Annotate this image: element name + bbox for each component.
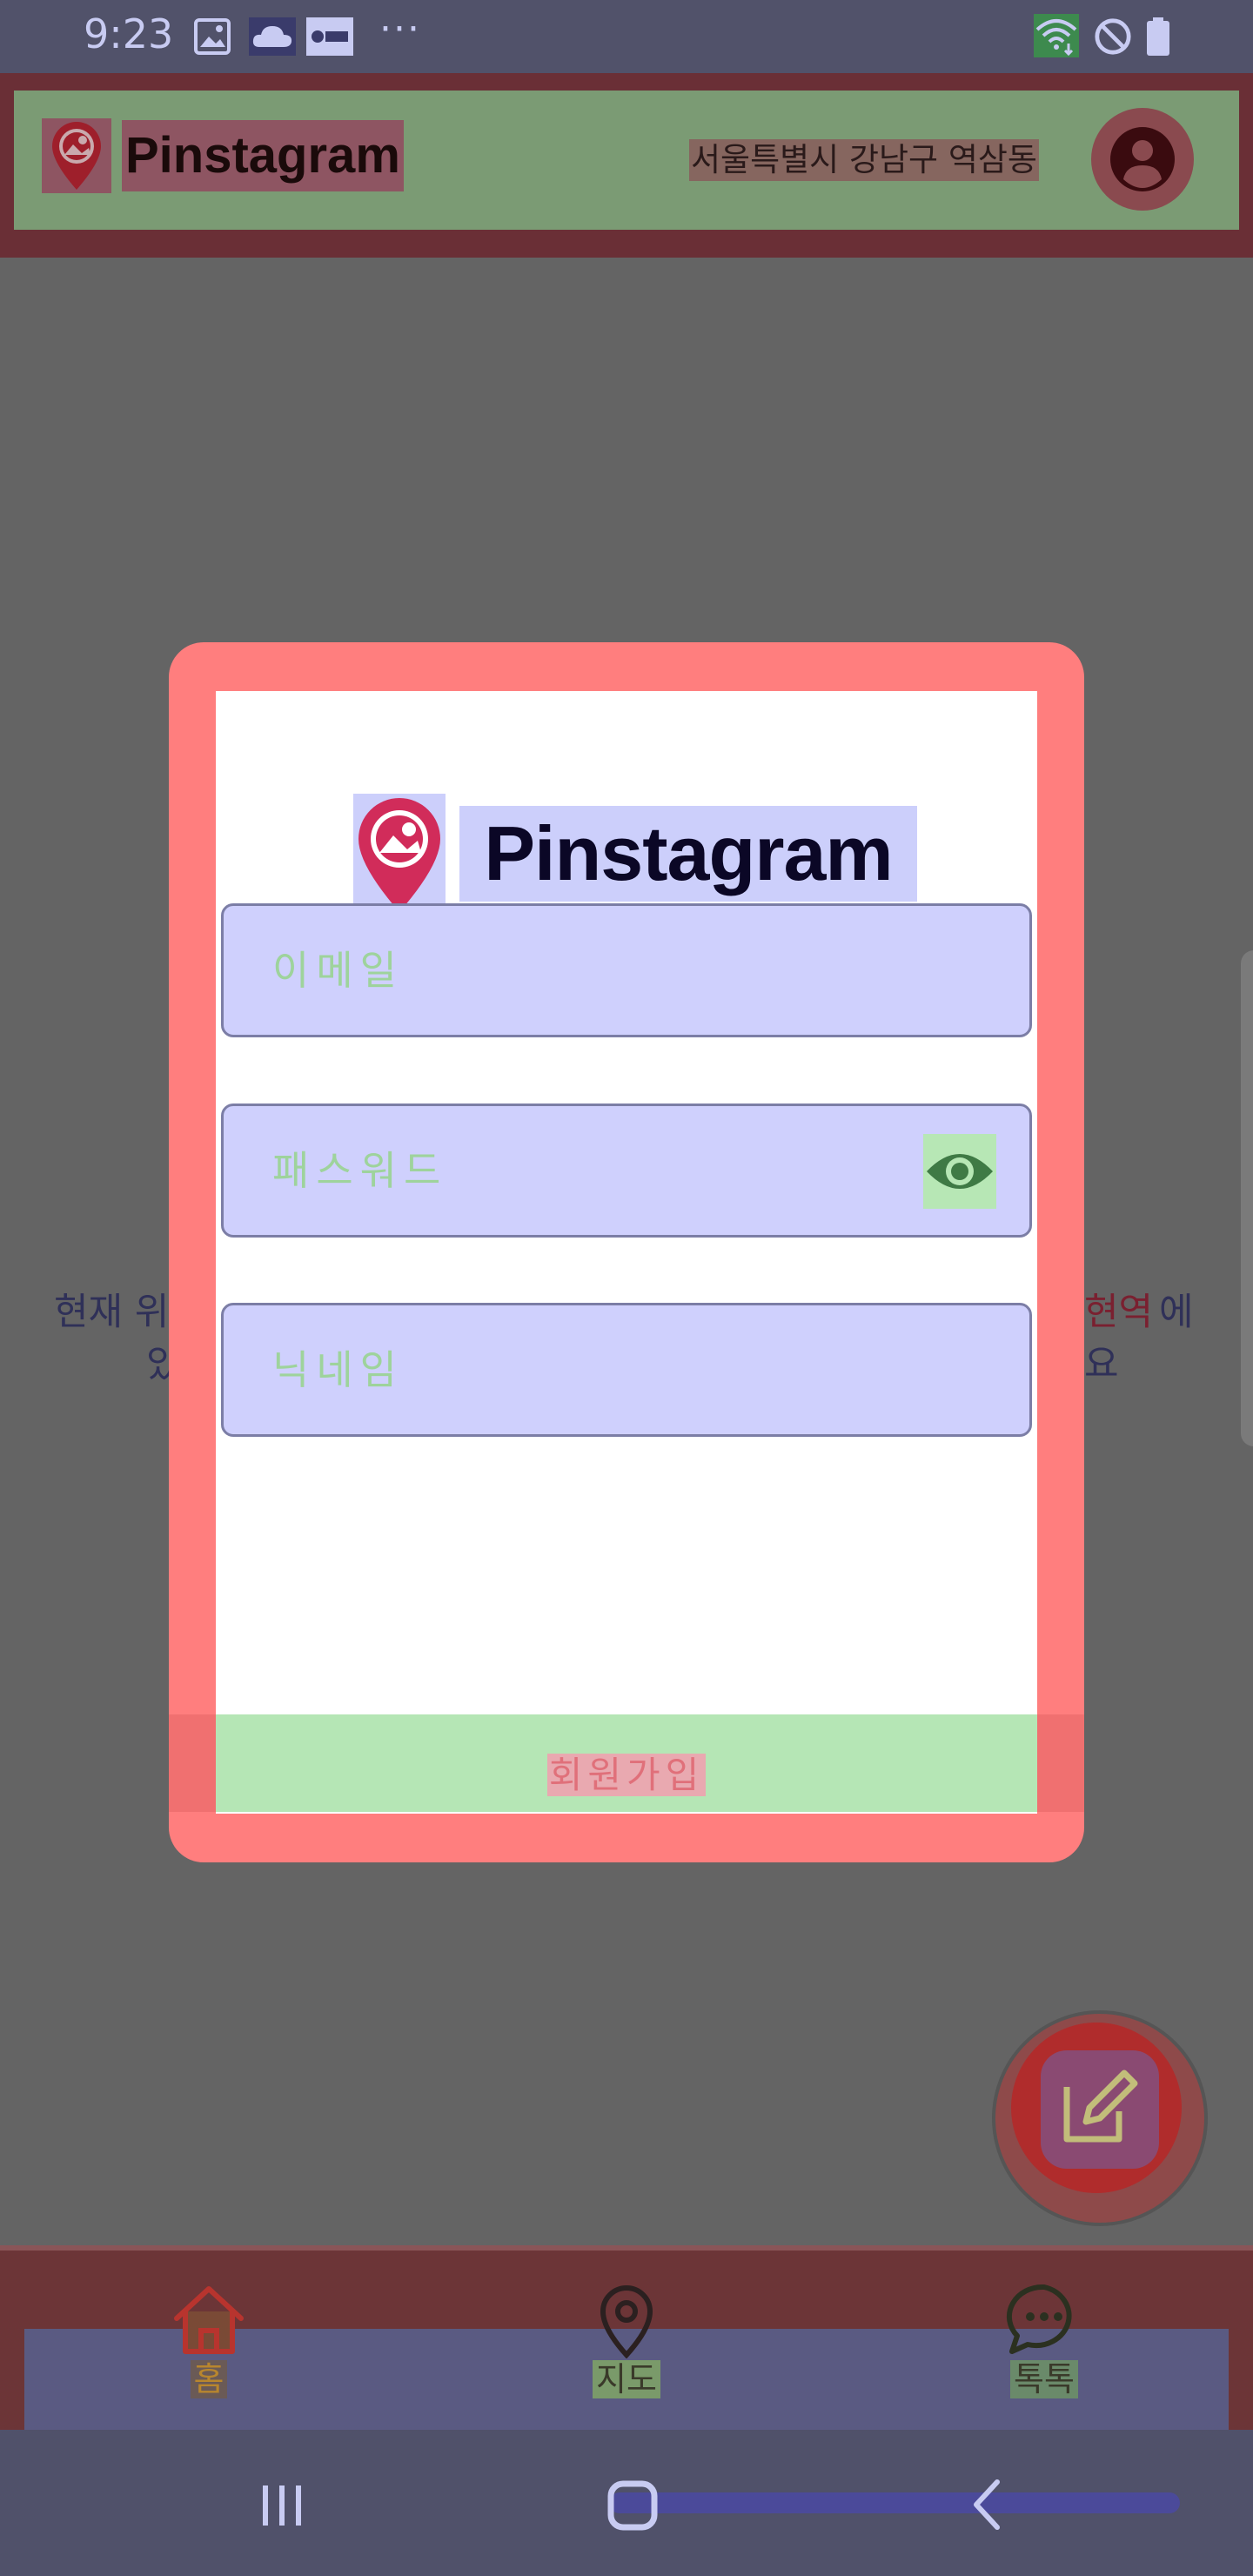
signup-form: Pinstagram — [216, 691, 1037, 1814]
nickname-field[interactable] — [224, 1305, 1029, 1434]
edge-panel-handle[interactable] — [1241, 950, 1253, 1446]
nav-item-chat[interactable]: 톡톡 — [966, 2280, 1122, 2411]
nav-label-chat: 톡톡 — [1010, 2360, 1078, 2398]
edit-icon — [1063, 2070, 1138, 2143]
gesture-hint-bar — [609, 2492, 1180, 2513]
cloud-icon — [249, 17, 296, 56]
logo-pin-icon — [42, 118, 111, 193]
nav-label-home: 홈 — [190, 2360, 228, 2398]
eye-icon — [927, 1154, 993, 1189]
signup-logo-text: Pinstagram — [459, 806, 917, 902]
map-pin-icon — [600, 2285, 653, 2358]
wifi-icon — [1034, 14, 1079, 57]
battery-icon — [1147, 17, 1169, 56]
background-notice-fragment: 에 — [1159, 1291, 1194, 1334]
background-notice-fragment: 현재 위 — [54, 1291, 170, 1334]
status-time: 9:23 — [84, 10, 174, 57]
logo-pin-icon — [353, 794, 446, 916]
app-title: Pinstagram — [122, 120, 404, 191]
password-field-container — [221, 1104, 1032, 1238]
nickname-field-container — [221, 1303, 1032, 1437]
background-notice-fragment: 현역 — [1084, 1291, 1154, 1334]
image-icon — [194, 18, 231, 55]
chat-icon — [1006, 2284, 1072, 2354]
home-icon — [174, 2286, 244, 2354]
current-location-label[interactable]: 서울특별시 강남구 역삼동 — [689, 139, 1039, 181]
password-field[interactable] — [224, 1106, 1029, 1235]
email-field[interactable] — [224, 906, 1029, 1035]
signup-dialog: Pinstagram 회원가입 — [169, 642, 1084, 1862]
email-field-container — [221, 903, 1032, 1037]
signup-button-label-row: 회원가입 — [169, 1746, 1084, 1799]
recent-apps-icon[interactable] — [258, 2473, 306, 2536]
account-circle-icon — [1110, 127, 1175, 191]
profile-button[interactable] — [1091, 108, 1194, 211]
top-app-bar: Pinstagram 서울특별시 강남구 역삼동 — [0, 73, 1253, 258]
nav-item-home[interactable]: 홈 — [131, 2280, 287, 2411]
do-not-disturb-icon — [1095, 18, 1131, 55]
overflow-dots: ··· — [379, 7, 421, 51]
status-bar: 9:23 ··· — [0, 0, 1253, 73]
nav-item-map[interactable]: 지도 — [548, 2280, 705, 2411]
background-notice-fragment: 요 — [1084, 1343, 1119, 1386]
toggle-password-visibility-button[interactable] — [923, 1134, 996, 1209]
nav-label-map: 지도 — [593, 2360, 660, 2398]
app-badge-icon — [306, 17, 353, 56]
back-icon[interactable] — [962, 2473, 1011, 2536]
signup-button-label: 회원가입 — [546, 1754, 707, 1796]
home-nav-icon[interactable] — [604, 2473, 667, 2536]
